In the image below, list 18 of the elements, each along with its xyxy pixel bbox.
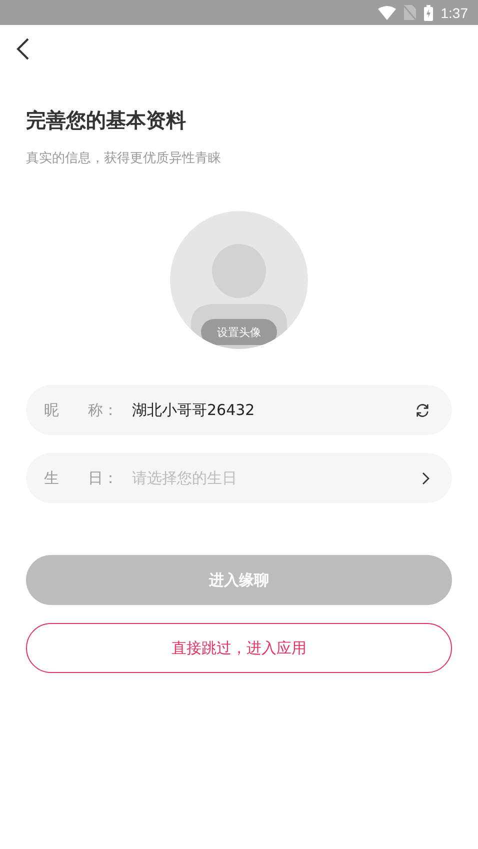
set-avatar-label[interactable]: 设置头像 [201, 319, 277, 345]
field-value: 湖北小哥哥26432 [132, 400, 256, 420]
page-subtitle: 真实的信息，获得更优质异性青睐 [26, 150, 222, 168]
field-label: 昵 称： [44, 400, 119, 420]
status-time: 1:37 [440, 4, 468, 20]
wifi-icon [378, 6, 396, 20]
field-placeholder: 请选择您的生日 [132, 468, 238, 488]
no-sim-icon [404, 5, 416, 20]
form-field[interactable]: 生 日： 请选择您的生日 [26, 453, 452, 503]
chevron-right-icon [422, 472, 430, 484]
form-field[interactable]: 昵 称： 湖北小哥哥26432 [26, 385, 452, 435]
skip-button[interactable]: 直接跳过，进入应用 [26, 623, 452, 673]
back-icon[interactable] [16, 38, 30, 60]
battery-icon [424, 4, 433, 20]
refresh-icon[interactable] [415, 402, 430, 418]
page-title: 完善您的基本资料 [26, 107, 187, 134]
avatar-placeholder[interactable]: 设置头像 [170, 211, 308, 349]
field-label: 生 日： [44, 468, 119, 488]
